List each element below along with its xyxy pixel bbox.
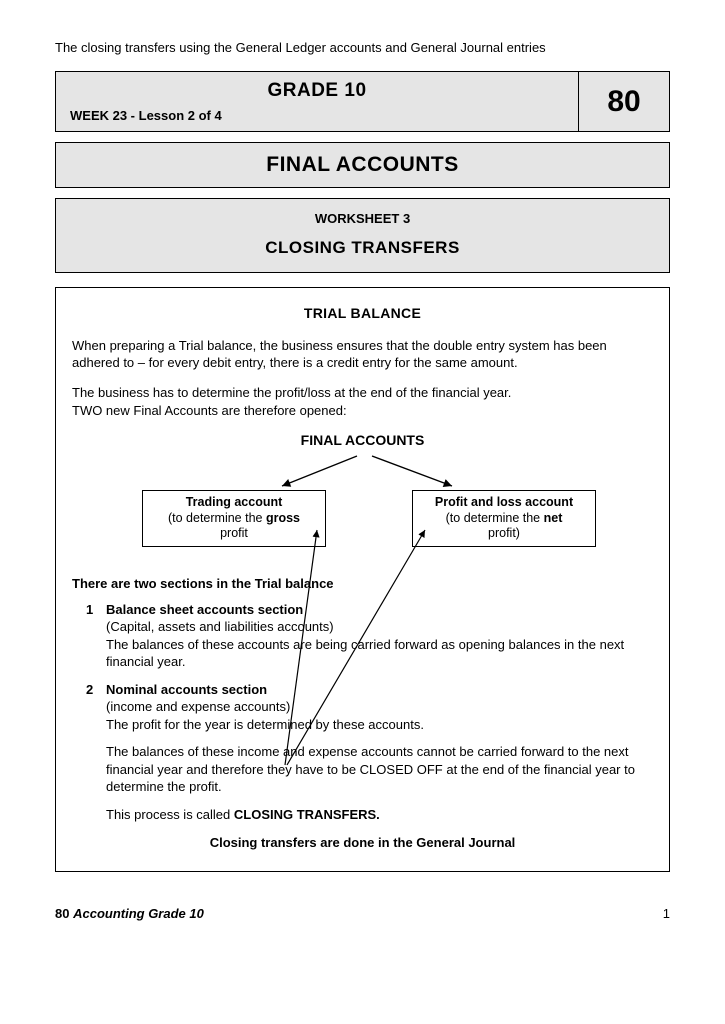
worksheet-title: CLOSING TRANSFERS	[56, 238, 669, 258]
content-wrap: TRIAL BALANCE When preparing a Trial bal…	[55, 287, 670, 872]
main-title: FINAL ACCOUNTS	[55, 142, 670, 188]
header-box: GRADE 10 WEEK 23 - Lesson 2 of 4 80	[55, 71, 670, 132]
paragraph-1: When preparing a Trial balance, the busi…	[72, 337, 653, 372]
sections-heading: There are two sections in the Trial bala…	[72, 575, 653, 593]
profit-loss-box: Profit and loss account (to determine th…	[412, 490, 596, 547]
trial-balance-heading: TRIAL BALANCE	[72, 304, 653, 323]
item-2-num: 2	[86, 681, 106, 734]
box1-line2: profit	[220, 526, 248, 540]
content-box: TRIAL BALANCE When preparing a Trial bal…	[55, 287, 670, 872]
paragraph-2: The business has to determine the profit…	[72, 384, 653, 419]
item-2-sub2: The profit for the year is determined by…	[106, 717, 424, 732]
worksheet-box: WORKSHEET 3 CLOSING TRANSFERS	[55, 198, 670, 273]
box1-line1b: gross	[266, 511, 300, 525]
footer: 80 Accounting Grade 10 1	[55, 906, 670, 921]
box1-line1a: (to determine the	[168, 511, 266, 525]
item-1-sub2: The balances of these accounts are being…	[106, 637, 624, 670]
footer-number: 80	[55, 906, 69, 921]
item-1-sub1: (Capital, assets and liabilities account…	[106, 619, 334, 634]
final-accounts-heading: FINAL ACCOUNTS	[72, 431, 653, 450]
item-1: 1 Balance sheet accounts section (Capita…	[86, 601, 653, 671]
paragraph-3: The balances of these income and expense…	[106, 743, 653, 796]
paragraph-4: This process is called CLOSING TRANSFERS…	[106, 806, 653, 824]
box2-line2: profit)	[488, 526, 520, 540]
item-1-body: Balance sheet accounts section (Capital,…	[106, 601, 653, 671]
footer-page: 1	[663, 906, 670, 921]
footer-book: Accounting Grade 10	[73, 906, 204, 921]
item-2-body: Nominal accounts section (income and exp…	[106, 681, 653, 734]
p4b: CLOSING TRANSFERS.	[234, 807, 380, 822]
header-left: GRADE 10 WEEK 23 - Lesson 2 of 4	[56, 72, 578, 131]
box1-title: Trading account	[186, 495, 283, 509]
p2-line1: The business has to determine the profit…	[72, 385, 511, 400]
box2-title: Profit and loss account	[435, 495, 573, 509]
p4a: This process is called	[106, 807, 234, 822]
item-1-num: 1	[86, 601, 106, 671]
item-2: 2 Nominal accounts section (income and e…	[86, 681, 653, 734]
item-1-title: Balance sheet accounts section	[106, 602, 303, 617]
box2-line1b: net	[544, 511, 563, 525]
closing-line: Closing transfers are done in the Genera…	[72, 834, 653, 852]
footer-left: 80 Accounting Grade 10	[55, 906, 204, 921]
week-label: WEEK 23 - Lesson 2 of 4	[70, 108, 564, 123]
item-2-sub1: (income and expense accounts)	[106, 699, 290, 714]
box2-line1a: (to determine the	[446, 511, 544, 525]
lesson-number: 80	[578, 72, 669, 131]
item-2-title: Nominal accounts section	[106, 682, 267, 697]
grade-label: GRADE 10	[70, 80, 564, 102]
header-description: The closing transfers using the General …	[55, 40, 670, 55]
p2-line2: TWO new Final Accounts are therefore ope…	[72, 403, 347, 418]
trading-account-box: Trading account (to determine the gross …	[142, 490, 326, 547]
worksheet-label: WORKSHEET 3	[56, 211, 669, 226]
diagram: Trading account (to determine the gross …	[72, 452, 653, 567]
page: The closing transfers using the General …	[0, 0, 725, 951]
